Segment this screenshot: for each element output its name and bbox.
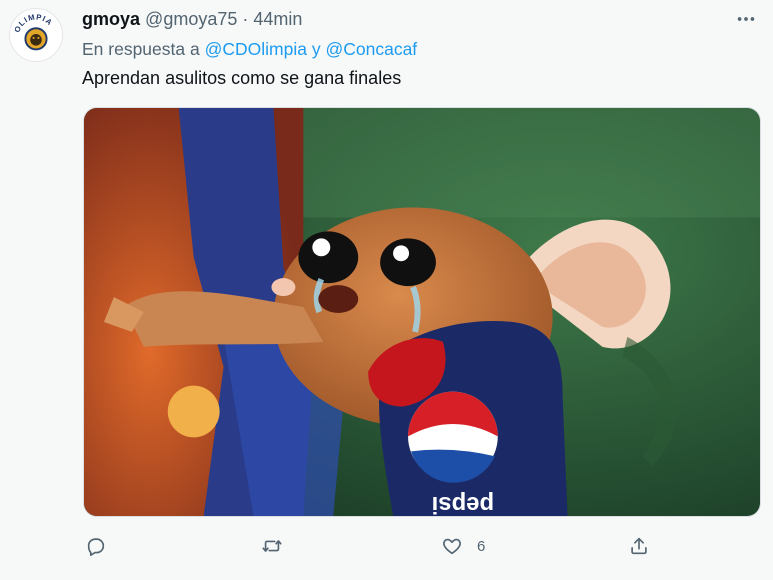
action-bar: 6 xyxy=(0,528,773,564)
tweet-time[interactable]: 44min xyxy=(253,9,302,29)
retweet-button[interactable] xyxy=(261,528,297,564)
like-count: 6 xyxy=(477,537,486,555)
user-handle[interactable]: @gmoya75 xyxy=(145,9,237,29)
reply-joiner: y xyxy=(311,39,321,59)
mention-link-2[interactable]: @Concacaf xyxy=(325,39,417,59)
display-name[interactable]: gmoya xyxy=(82,9,140,29)
share-button[interactable] xyxy=(628,528,664,564)
mention-link-1[interactable]: @CDOlimpia xyxy=(205,39,307,59)
olimpia-logo: OLIMPIA xyxy=(10,9,62,61)
more-horizontal-icon xyxy=(737,17,755,21)
share-icon xyxy=(631,537,647,555)
svg-text:pepsi: pepsi xyxy=(432,491,494,516)
tweet: OLIMPIA gmoya @gmoya75 · 44min En respue… xyxy=(0,0,773,580)
reply-icon xyxy=(87,538,105,556)
tweet-header: gmoya @gmoya75 · 44min xyxy=(82,9,302,30)
heart-icon xyxy=(443,538,461,555)
avatar[interactable]: OLIMPIA xyxy=(9,8,63,62)
reply-button[interactable] xyxy=(85,528,121,564)
like-button[interactable]: 6 xyxy=(441,528,485,564)
more-button[interactable] xyxy=(731,6,761,32)
tweet-text: Aprendan asulitos como se gana finales xyxy=(82,68,402,88)
header-separator: · xyxy=(242,9,249,29)
reply-prefix: En respuesta a xyxy=(82,39,200,59)
meme-image: pepsi xyxy=(84,108,760,516)
reply-context: En respuesta a @CDOlimpia y @Concacaf xyxy=(82,39,417,60)
tweet-media-image[interactable]: pepsi xyxy=(83,107,761,517)
retweet-icon xyxy=(262,540,282,552)
